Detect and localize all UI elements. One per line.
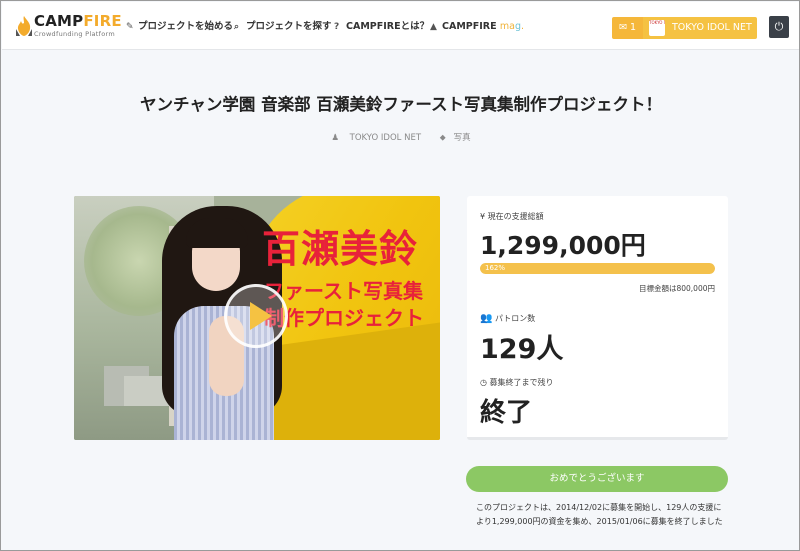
- user-name: TOKYO IDOL NET: [672, 22, 752, 33]
- project-category-label: 写真: [453, 133, 471, 143]
- progress-percent: 162%: [485, 264, 506, 272]
- yen-icon: ¥: [480, 212, 486, 221]
- nav-about-label: CAMPFIREとは？: [346, 21, 430, 32]
- search-icon: ⌕: [234, 22, 240, 32]
- flame-icon: [16, 16, 32, 36]
- message-count: 1: [629, 22, 637, 33]
- completion-message: このプロジェクトは、2014/12/02に募集を開始し、129人の支援により1,…: [476, 503, 723, 526]
- users-icon: 👥: [480, 313, 493, 324]
- project-video[interactable]: 百瀬美鈴 ファースト写真集 制作プロジェクト: [74, 196, 440, 440]
- backers-label: 👥 パトロン数: [480, 313, 535, 324]
- nav-start-project-label: プロジェクトを始める: [138, 21, 234, 32]
- logout-button[interactable]: ⏻: [769, 16, 789, 38]
- remaining-label-text: 募集終了まで残り: [489, 378, 554, 387]
- project-category[interactable]: ⬥ 写真: [436, 133, 475, 143]
- play-button[interactable]: [224, 284, 288, 348]
- hero-subtitle-line-1: ファースト写真集: [264, 279, 423, 303]
- project-title: ヤンチャン学園 音楽部 百瀬美鈴ファースト写真集制作プロジェクト！: [140, 95, 662, 114]
- nav-start-project[interactable]: ✎ プロジェクトを始める: [126, 19, 233, 35]
- nav-find-project-label: プロジェクトを探す: [246, 21, 332, 32]
- power-icon: ⏻: [774, 20, 784, 33]
- project-owner[interactable]: ♟ TOKYO IDOL NET: [327, 133, 425, 143]
- tag-icon: ⬥: [439, 133, 446, 143]
- campfire-logo[interactable]: CAMPFIRE Crowdfunding Platform: [14, 13, 122, 41]
- congrats-button[interactable]: おめでとうございます: [466, 466, 728, 492]
- edit-icon: ✎: [126, 22, 134, 32]
- backers-count: 129人: [480, 334, 564, 365]
- mag-wordmark: mag.: [499, 21, 525, 32]
- nav-mag[interactable]: ▲ CAMPFIRE mag.: [430, 19, 524, 35]
- flask-icon: ▲: [430, 22, 437, 32]
- user-icon: ♟: [331, 133, 339, 143]
- avatar: TOKYO IDOL NET: [649, 20, 665, 36]
- nav-mag-label: CAMPFIRE: [442, 21, 497, 32]
- remaining-value: 終了: [480, 398, 533, 428]
- clock-icon: ◷: [480, 378, 487, 387]
- funding-stats-panel: ¥ 現在の支援総額 1,299,000円 162% 目標金額は800,000円 …: [467, 196, 728, 440]
- mail-icon: ✉: [618, 22, 627, 33]
- project-meta: ♟ TOKYO IDOL NET ⬥ 写真: [1, 131, 799, 143]
- raised-amount: 1,299,000円: [480, 231, 646, 260]
- progress-fill: [480, 263, 715, 274]
- hero-subtitle: ファースト写真集 制作プロジェクト: [264, 278, 424, 332]
- hero-subtitle-line-2: 制作プロジェクト: [264, 306, 424, 330]
- nav-find-project[interactable]: ⌕ プロジェクトを探す: [234, 19, 332, 35]
- raised-label-text: 現在の支援総額: [487, 212, 544, 221]
- goal-amount: 目標金額は800,000円: [638, 284, 715, 293]
- girl-bangs: [186, 218, 248, 248]
- hero-title: 百瀬美鈴: [262, 227, 419, 271]
- page: CAMPFIRE Crowdfunding Platform ✎ プロジェクトを始…: [0, 0, 800, 551]
- messages-button[interactable]: ✉ 1: [612, 17, 643, 39]
- question-icon: ?: [334, 22, 340, 32]
- logo-wordmark: CAMPFIRE: [34, 12, 122, 30]
- logo-tagline: Crowdfunding Platform: [34, 30, 115, 38]
- top-header: CAMPFIRE Crowdfunding Platform ✎ プロジェクトを始…: [2, 2, 799, 50]
- remaining-label: ◷ 募集終了まで残り: [480, 377, 554, 388]
- raised-label: ¥ 現在の支援総額: [480, 211, 544, 222]
- nav-about[interactable]: ? CAMPFIREとは？: [334, 19, 429, 35]
- funding-progress-bar: 162%: [480, 263, 715, 274]
- user-menu-button[interactable]: TOKYO IDOL NET TOKYO IDOL NET: [643, 17, 757, 39]
- backers-label-text: パトロン数: [495, 314, 536, 323]
- project-owner-label: TOKYO IDOL NET: [349, 133, 422, 143]
- play-icon: [250, 302, 272, 330]
